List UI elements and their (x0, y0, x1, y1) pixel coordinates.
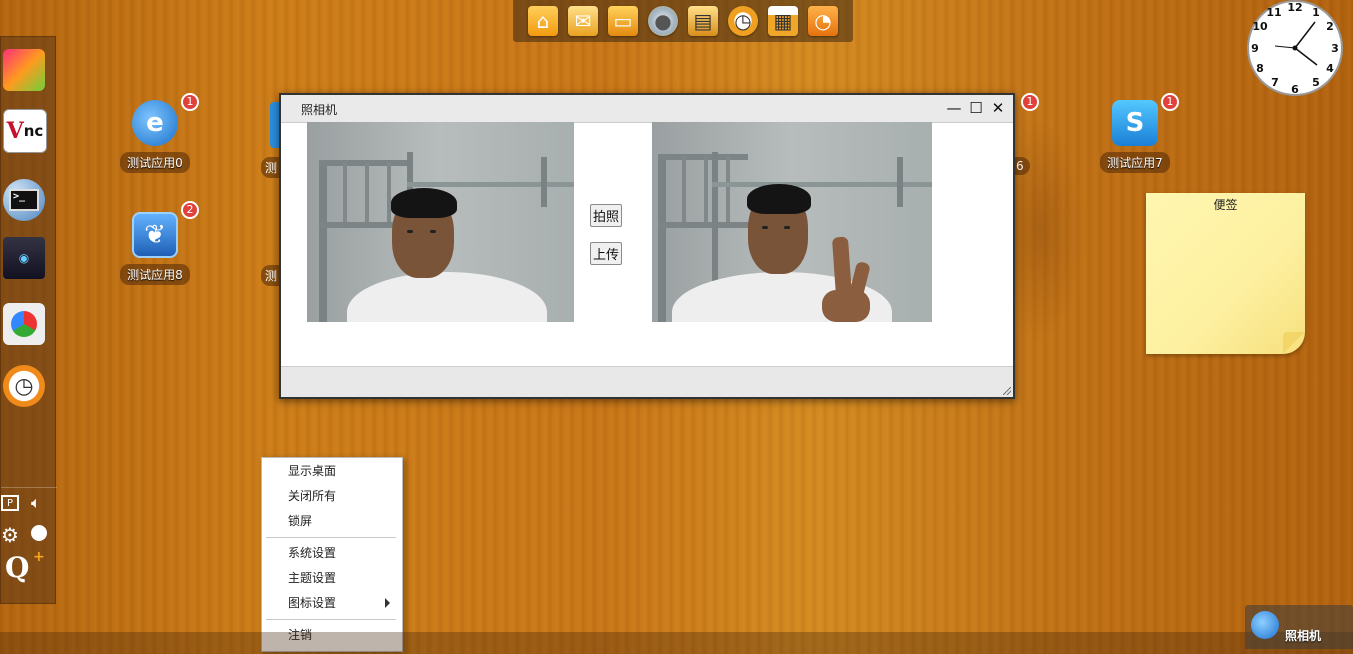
vnc-text: nc (23, 122, 44, 140)
plus-icon: + (33, 549, 45, 565)
calendar-icon[interactable]: ▦ (768, 6, 798, 36)
menu-item-theme-settings[interactable]: 主题设置 (262, 566, 400, 590)
submenu-arrow-icon (385, 598, 390, 608)
terminal-screen: >_ (9, 189, 39, 211)
volume-icon[interactable]: 🔈︎ (31, 493, 41, 513)
network-icon[interactable]: ◉ (3, 237, 45, 279)
dock-bottom-row: P 🔈︎ ⚙ Q + (1, 493, 57, 584)
menu-item-icon-settings[interactable]: 图标设置 (262, 591, 400, 615)
window-title: 照相机 (301, 103, 338, 117)
maximize-icon[interactable]: ☐ (967, 99, 985, 117)
hidden-icon-label-1: 测 (261, 157, 282, 178)
app8-label: 测试应用8 (120, 264, 190, 285)
clock-face-icon: 12 1 2 3 4 5 6 7 8 9 10 11 (1247, 0, 1343, 96)
app0-logo-icon: e (132, 100, 178, 146)
app0-badge: 1 (181, 93, 199, 111)
sticky-note[interactable]: 便签 (1146, 193, 1305, 354)
gallery-icon[interactable] (3, 49, 45, 91)
sticky-note-title: 便签 (1213, 198, 1238, 212)
menu-item-system-settings[interactable]: 系统设置 (262, 541, 400, 565)
context-menu: 显示桌面 关闭所有 锁屏 系统设置 主题设置 图标设置 注销 (261, 457, 403, 652)
taskbar-camera-app-icon (1251, 611, 1279, 639)
menu-item-show-desktop[interactable]: 显示桌面 (262, 459, 400, 483)
disc-icon[interactable]: ● (648, 6, 678, 36)
clock-num-11: 11 (1266, 6, 1281, 19)
clock-num-4: 4 (1326, 62, 1334, 75)
window-titlebar[interactable]: 照相机 — ☐ ✕ (281, 95, 1013, 123)
taskbar (0, 632, 1353, 654)
folder-icon[interactable]: ▭ (608, 6, 638, 36)
clock-num-1: 1 (1312, 6, 1320, 19)
clock-num-6: 6 (1291, 83, 1299, 96)
capture-button[interactable]: 拍照 (590, 204, 623, 227)
taskbar-item-label: 照相机 (1285, 629, 1322, 643)
search-add-icon[interactable]: Q (5, 551, 29, 584)
menu-item-close-all[interactable]: 关闭所有 (262, 484, 400, 508)
app7-map-pin-icon: S (1112, 100, 1158, 146)
settings-icon[interactable]: ⚙ (1, 523, 19, 547)
menu-item-lock-screen[interactable]: 锁屏 (262, 509, 400, 533)
menu-item-icon-settings-label: 图标设置 (288, 596, 337, 610)
upload-button[interactable]: 上传 (590, 242, 623, 265)
left-dock: Vnc >_ ◉ ◷ P 🔈︎ ⚙ Q + (0, 36, 57, 604)
app7-label: 测试应用7 (1100, 152, 1170, 173)
top-dock: ⌂ ✉ ▭ ● ▤ ◷ ▦ ◔ (513, 0, 853, 42)
app6-badge: 1 (1021, 93, 1039, 111)
clock-num-12: 12 (1287, 1, 1302, 14)
captured-photo (652, 122, 932, 322)
home-icon[interactable]: ⌂ (528, 6, 558, 36)
camera-window[interactable]: 照相机 — ☐ ✕ 拍照 上传 (279, 93, 1015, 399)
desktop-icon-app0[interactable]: e 测试应用0 (115, 100, 195, 173)
close-icon[interactable]: ✕ (989, 99, 1007, 117)
desktop-icon-app8[interactable]: ❦ 测试应用8 (115, 212, 195, 285)
minimize-icon[interactable]: — (945, 99, 963, 117)
clock-num-7: 7 (1271, 76, 1279, 89)
mail-icon[interactable]: ✉ (568, 6, 598, 36)
clapper-icon[interactable]: ▤ (688, 6, 718, 36)
app8-badge: 2 (181, 201, 199, 219)
clock-num-9: 9 (1251, 42, 1259, 55)
clock-app-icon[interactable]: ◷ (3, 365, 45, 407)
menu-separator (266, 537, 396, 538)
analog-clock: 12 1 2 3 4 5 6 7 8 9 10 11 (1245, 0, 1345, 98)
camera-preview (307, 122, 574, 322)
browser-icon[interactable] (3, 303, 45, 345)
app7-badge: 1 (1161, 93, 1179, 111)
vnc-initial: V (6, 118, 24, 144)
dock-separator (1, 487, 57, 488)
window-statusbar (281, 366, 1013, 397)
taskbar-item-camera[interactable]: 照相机 (1245, 605, 1353, 649)
clock-icon[interactable]: ◷ (728, 6, 758, 36)
app0-label: 测试应用0 (120, 152, 190, 173)
pin-icon[interactable]: P (1, 495, 19, 511)
hidden-icon-label-2: 测 (261, 265, 282, 286)
rss-icon[interactable]: ◔ (808, 6, 838, 36)
resize-handle-icon[interactable] (1003, 387, 1011, 395)
browser-logo (11, 311, 37, 337)
menu-separator (266, 619, 396, 620)
clock-num-3: 3 (1331, 42, 1339, 55)
terminal-icon[interactable]: >_ (3, 179, 45, 221)
clock-num-8: 8 (1256, 62, 1264, 75)
note-fold (1283, 332, 1305, 354)
vnc-icon[interactable]: Vnc (3, 109, 47, 153)
clock-num-2: 2 (1326, 20, 1334, 33)
theme-icon[interactable] (31, 525, 47, 541)
desktop-icon-app7[interactable]: S 测试应用7 (1095, 100, 1175, 173)
clock-num-5: 5 (1312, 76, 1320, 89)
clock-num-10: 10 (1252, 20, 1268, 33)
app8-butterfly-icon: ❦ (132, 212, 178, 258)
